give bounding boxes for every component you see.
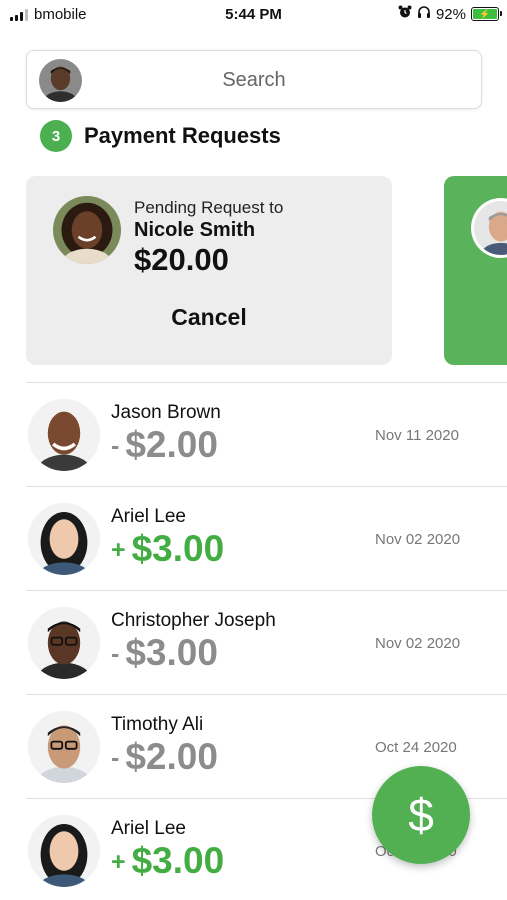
contact-name: Ariel Lee	[111, 818, 186, 839]
transaction-row[interactable]: Ariel Lee + $3.00 Nov 02 2020	[26, 487, 507, 591]
battery-percent: 92%	[435, 5, 466, 23]
transaction-amount: - $2.00	[111, 736, 218, 778]
transaction-amount: + $3.00	[111, 840, 224, 882]
send-money-button[interactable]: $	[372, 766, 470, 864]
alarm-icon	[398, 5, 412, 23]
amount-value: $3.00	[131, 528, 225, 569]
amount-sign: -	[111, 431, 120, 460]
request-status-label: Pending Request to	[134, 198, 284, 217]
transaction-date: Oct 24 2020	[375, 739, 457, 756]
contact-name: Timothy Ali	[111, 714, 204, 735]
contact-avatar	[28, 399, 100, 471]
request-recipient-name: Nicole Smith	[134, 219, 256, 241]
transaction-row[interactable]: Christopher Joseph - $3.00 Nov 02 2020	[26, 591, 507, 695]
transaction-amount: + $3.00	[111, 528, 224, 570]
cancel-request-button[interactable]: Cancel	[26, 304, 392, 331]
battery-charging-icon: ⚡	[471, 7, 502, 21]
amount-sign: -	[111, 743, 120, 772]
contact-avatar	[28, 503, 100, 575]
amount-value: $2.00	[125, 736, 218, 777]
headphones-icon	[417, 5, 431, 23]
dollar-icon: $	[408, 789, 434, 841]
next-request-avatar	[471, 198, 507, 258]
contact-name: Ariel Lee	[111, 506, 186, 527]
contact-avatar	[28, 607, 100, 679]
amount-sign: -	[111, 639, 120, 668]
contact-name: Jason Brown	[111, 402, 221, 423]
pending-request-card[interactable]: Pending Request to Nicole Smith $20.00 C…	[26, 176, 392, 365]
amount-value: $2.00	[125, 424, 218, 465]
status-indicators: 92% ⚡	[398, 5, 502, 23]
contact-avatar	[28, 711, 100, 783]
amount-sign: +	[111, 847, 126, 876]
search-input[interactable]: Search	[27, 69, 481, 92]
request-count-badge: 3	[40, 120, 72, 152]
amount-sign: +	[111, 535, 126, 564]
transaction-date: Nov 02 2020	[375, 635, 461, 652]
transaction-amount: - $3.00	[111, 632, 218, 674]
payment-requests-header: 3 Payment Requests	[40, 120, 281, 152]
recipient-avatar	[53, 196, 121, 264]
transaction-date: Nov 02 2020	[375, 531, 461, 548]
transaction-amount: - $2.00	[111, 424, 218, 466]
amount-value: $3.00	[125, 632, 218, 673]
section-title: Payment Requests	[84, 123, 281, 148]
contact-avatar	[28, 815, 100, 887]
request-amount: $20.00	[134, 242, 229, 277]
status-bar: bmobile 5:44 PM 92% ⚡	[0, 0, 507, 30]
amount-value: $3.00	[131, 840, 225, 881]
transaction-date: Nov 11 2020	[375, 427, 459, 444]
next-request-card[interactable]	[444, 176, 507, 365]
contact-name: Christopher Joseph	[111, 610, 276, 631]
search-bar[interactable]: Search	[26, 50, 482, 109]
transaction-row[interactable]: Jason Brown - $2.00 Nov 11 2020	[26, 383, 507, 487]
